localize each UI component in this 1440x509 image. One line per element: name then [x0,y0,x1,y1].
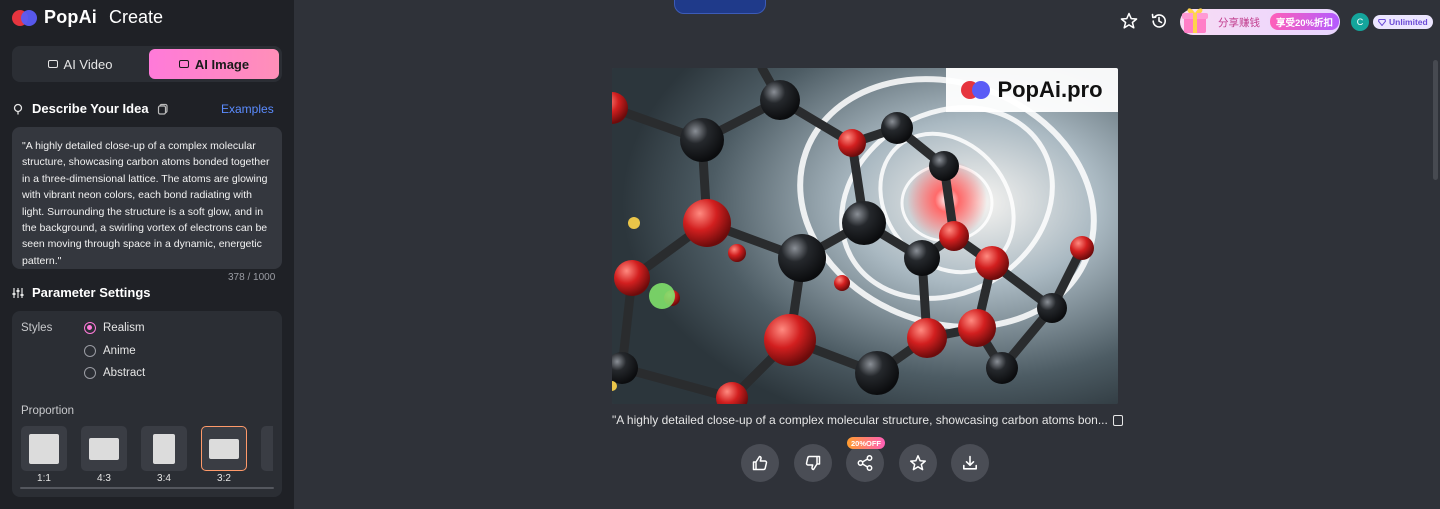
copy-icon[interactable] [1112,414,1123,426]
brand-section: Create [109,7,164,27]
top-center-pill[interactable] [674,0,766,14]
proportion-3-4[interactable] [141,426,187,471]
diamond-icon [1378,18,1386,26]
char-counter: 378 / 1000 [228,272,276,283]
dislike-button[interactable] [794,444,832,482]
proportion-1-1[interactable] [21,426,67,471]
sliders-icon [12,287,24,298]
describe-title: Describe Your Idea [32,101,149,116]
radio-checked-icon [84,322,96,334]
style-option-anime[interactable]: Anime [84,345,136,357]
download-icon [963,455,977,470]
radio-unchecked-icon [84,345,96,357]
params-header: Parameter Settings [12,285,151,300]
prompt-textarea[interactable]: "A highly detailed close-up of a complex… [12,127,282,269]
styles-label: Styles [21,322,53,334]
mode-tabs: AI Video AI Image [12,46,282,82]
lightbulb-icon [13,103,23,114]
image-caption: "A highly detailed close-up of a complex… [612,413,1123,427]
watermark-text: PopAi.pro [997,77,1103,102]
copy-icon[interactable] [157,103,169,115]
watermark: PopAi.pro [946,68,1118,112]
image-icon [178,60,189,68]
share-icon [857,455,873,471]
plan-badge[interactable]: Unlimited [1373,15,1433,29]
style-option-realism[interactable]: Realism [84,322,145,334]
thumbs-up-icon [752,455,768,471]
params-panel: Styles Realism Anime Abstract Proportion… [12,311,282,497]
proportion-text: 1:1 [37,473,51,484]
brand[interactable]: PopAi Create [12,7,163,28]
molecule-artwork [612,68,1118,404]
page-scrollbar[interactable] [1433,60,1438,180]
params-title: Parameter Settings [32,285,151,300]
caption-text: "A highly detailed close-up of a complex… [612,413,1108,427]
generated-image[interactable]: PopAi.pro [612,68,1118,404]
sidebar: PopAi Create AI Video AI Image Describe … [0,0,294,509]
promo-discount-badge: 享受20%折扣 [1270,13,1340,30]
style-option-abstract[interactable]: Abstract [84,367,145,379]
landscape-icon [89,437,119,460]
like-button[interactable] [741,444,779,482]
promo-banner[interactable]: 分享赚钱 享受20%折扣 [1180,8,1340,35]
share-button[interactable] [846,444,884,482]
plan-label: Unlimited [1389,17,1428,27]
popai-logo-icon [961,79,991,101]
avatar[interactable]: C [1351,13,1369,31]
style-label: Abstract [103,367,146,379]
star-icon[interactable] [1120,12,1138,30]
star-icon [909,455,927,471]
video-icon [47,60,58,68]
proportion-text: 3:4 [157,473,171,484]
square-icon [29,433,59,464]
thumbs-down-icon [805,455,821,471]
brand-name: PopAi [44,7,97,27]
style-label: Realism [103,322,145,334]
gift-icon [1182,8,1208,33]
landscape-icon [209,438,239,459]
popai-logo-icon [12,8,38,28]
describe-header: Describe Your Idea [12,101,169,116]
tab-ai-video[interactable]: AI Video [15,49,145,79]
history-icon[interactable] [1150,12,1168,30]
proportion-text: 3:2 [217,473,231,484]
proportion-3-2[interactable] [201,426,247,471]
tab-label: AI Video [63,56,113,72]
examples-link[interactable]: Examples [221,102,274,116]
proportion-4-3[interactable] [81,426,127,471]
tab-ai-image[interactable]: AI Image [149,49,279,79]
proportion-label: Proportion [21,405,75,417]
proportion-scrollbar[interactable] [20,487,274,489]
promo-text: 分享赚钱 [1218,17,1260,29]
favorite-button[interactable] [899,444,937,482]
download-button[interactable] [951,444,989,482]
style-label: Anime [103,345,136,357]
radio-unchecked-icon [84,367,96,379]
tab-label: AI Image [194,56,250,72]
portrait-icon [153,433,175,464]
proportion-text: 4:3 [97,473,111,484]
share-discount-badge: 20%OFF [847,437,886,449]
proportion-more[interactable] [261,426,273,471]
